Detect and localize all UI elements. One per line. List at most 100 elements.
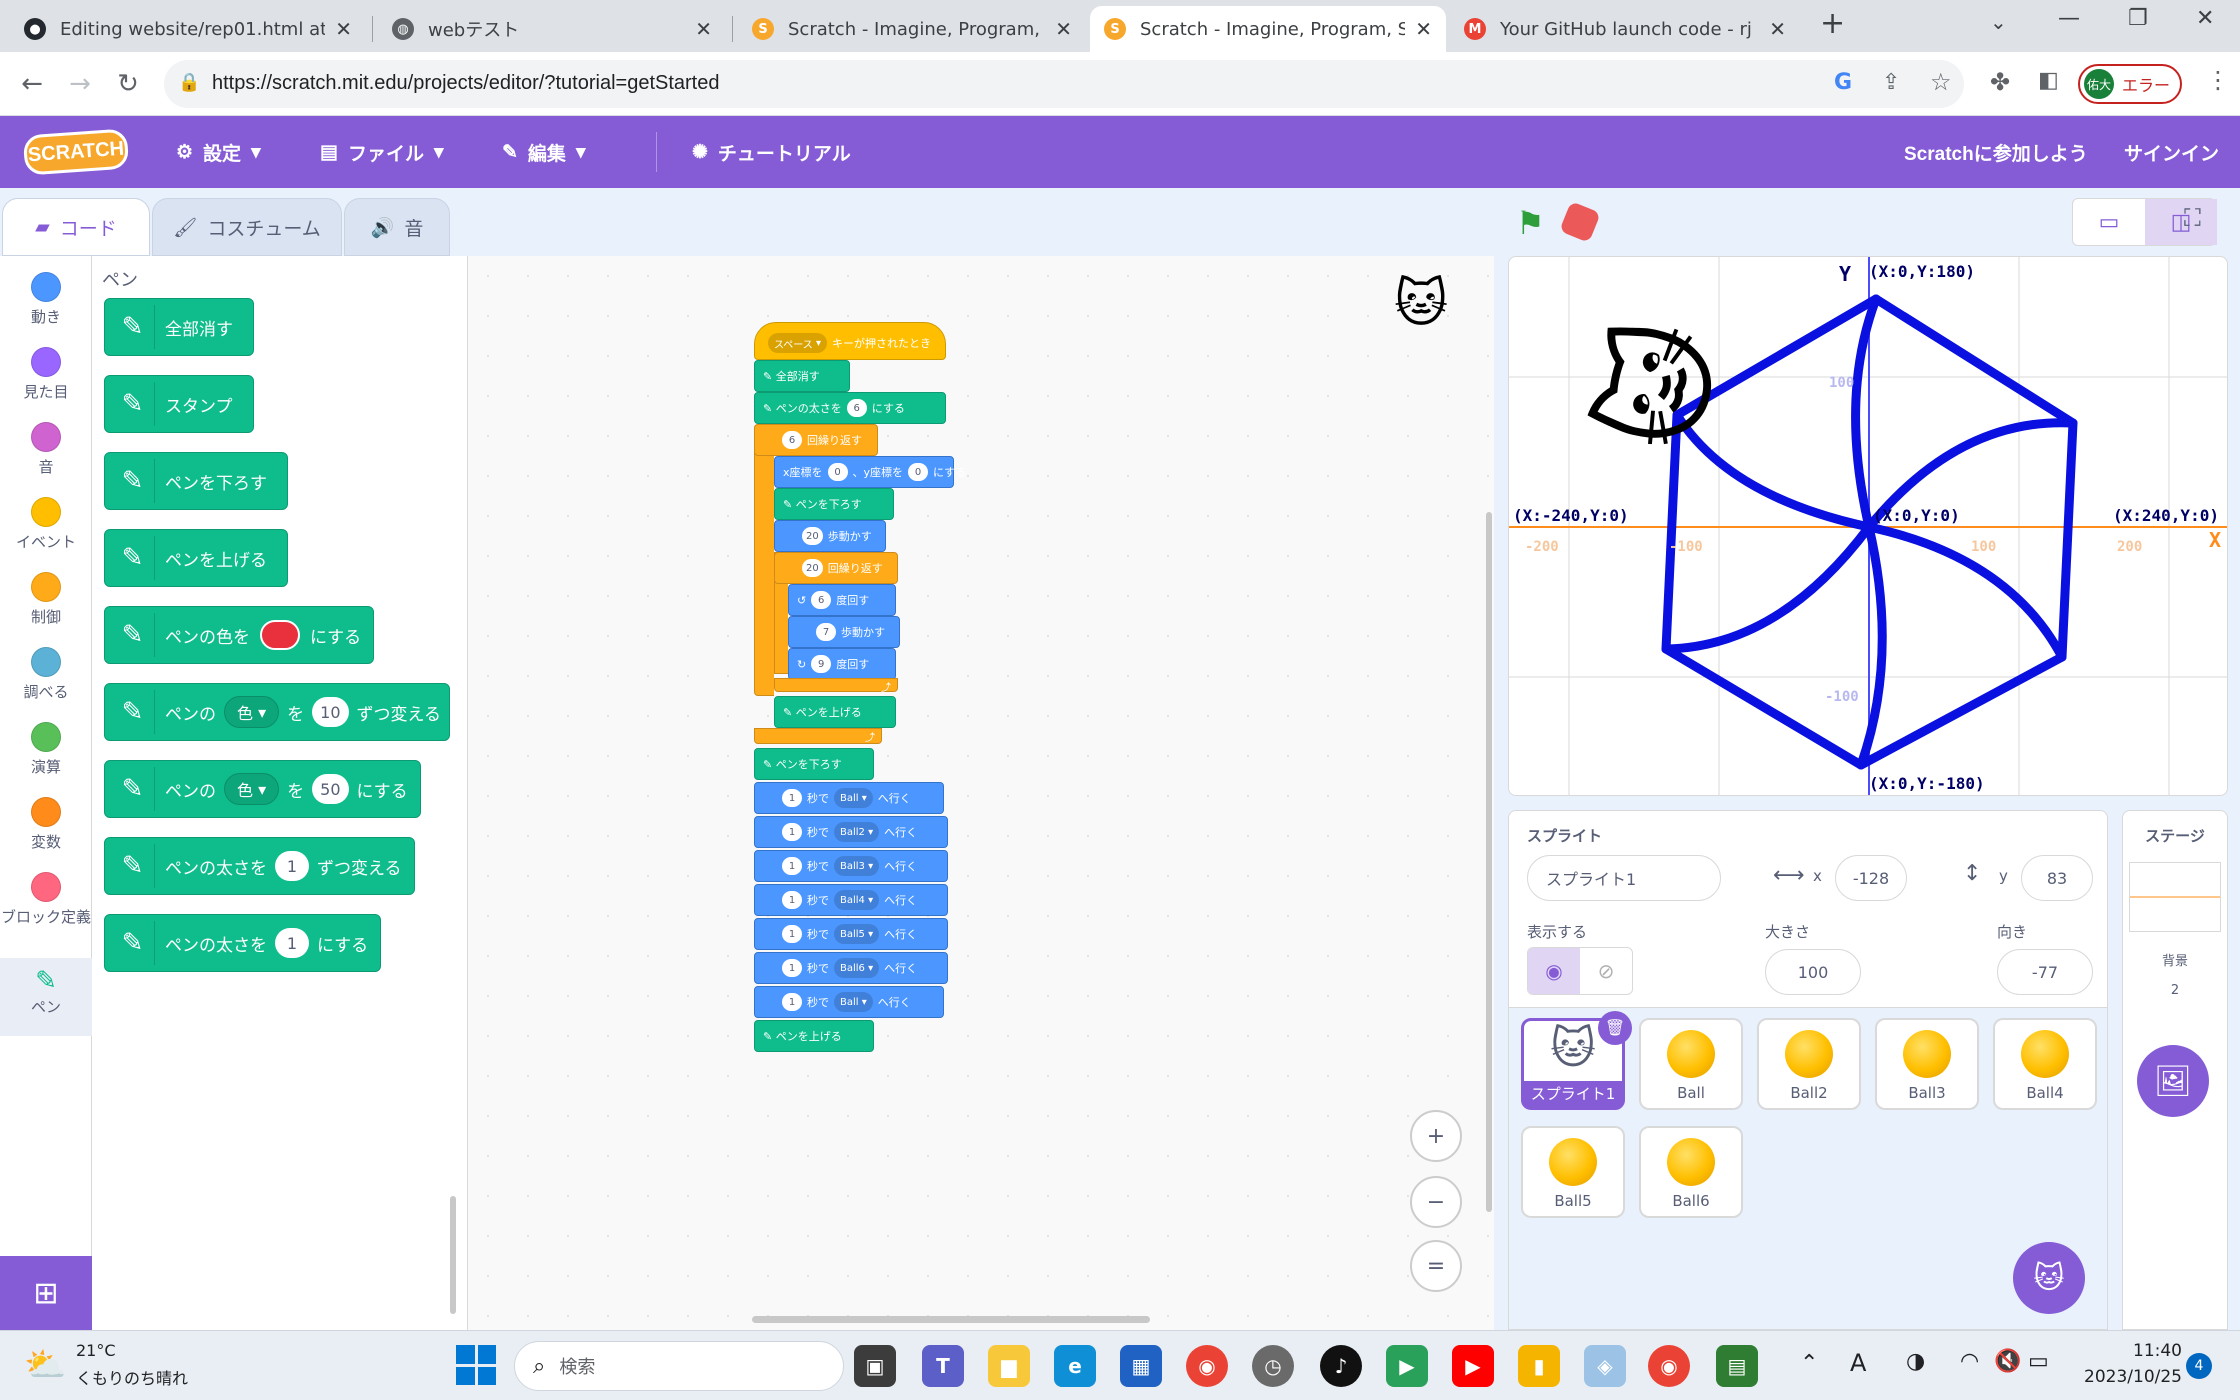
block-turn-right[interactable]: ↻ 9 度回す bbox=[788, 648, 896, 680]
sprite-x-field[interactable]: -128 bbox=[1835, 855, 1907, 901]
signin-link[interactable]: サインイン bbox=[2124, 116, 2219, 188]
number-input[interactable]: 6 bbox=[782, 431, 802, 449]
palette-scrollbar[interactable] bbox=[450, 1196, 456, 1314]
stop-icon[interactable] bbox=[1559, 201, 1601, 243]
category-sensing[interactable]: 調べる bbox=[0, 647, 92, 702]
glide-target-dropdown[interactable]: Ball ▾ bbox=[834, 992, 873, 1012]
block-pen-down[interactable]: ✎ ペンを下ろす bbox=[754, 748, 874, 780]
number-input[interactable]: 6 bbox=[811, 591, 832, 609]
file-menu[interactable]: ▤ ファイル ▾ bbox=[320, 116, 444, 188]
block-change-pen-size[interactable]: ✎ ペンの太さを 1 ずつ変える bbox=[104, 837, 415, 895]
sprite-tile-sprite1[interactable]: 🐱 スプライト1 🗑 bbox=[1521, 1011, 1632, 1110]
number-input[interactable]: 7 bbox=[816, 623, 836, 641]
chrome-icon[interactable]: ◉ bbox=[1186, 1345, 1228, 1387]
category-variables[interactable]: 変数 bbox=[0, 797, 92, 852]
block-pen-clear[interactable]: ✎ 全部消す bbox=[754, 360, 850, 392]
glide-target-dropdown[interactable]: Ball3 ▾ bbox=[834, 856, 880, 876]
block-glide-to[interactable]: 1 秒で Ball ▾ へ行く bbox=[754, 782, 944, 814]
close-tab-icon[interactable]: ✕ bbox=[1055, 17, 1072, 41]
number-input[interactable]: 1 bbox=[782, 891, 802, 909]
block-pen-up[interactable]: ✎ ペンを上げる bbox=[104, 529, 288, 587]
block-pen-clear[interactable]: ✎ 全部消す bbox=[104, 298, 254, 356]
tab-sound[interactable]: 🔊 音 bbox=[344, 198, 450, 256]
glide-target-dropdown[interactable]: Ball5 ▾ bbox=[834, 924, 880, 944]
number-input[interactable]: 1 bbox=[782, 857, 802, 875]
number-input[interactable]: 1 bbox=[782, 993, 802, 1011]
close-tab-icon[interactable]: ✕ bbox=[1415, 17, 1432, 41]
number-input[interactable]: 1 bbox=[782, 959, 802, 977]
glide-target-dropdown[interactable]: Ball2 ▾ bbox=[834, 822, 880, 842]
block-set-pen-size[interactable]: ✎ ペンの太さを 1 にする bbox=[104, 914, 382, 972]
reload-icon[interactable]: ↻ bbox=[110, 66, 146, 102]
edge-icon[interactable]: e bbox=[1054, 1345, 1096, 1387]
block-move-steps[interactable]: 7 歩動かす bbox=[788, 616, 900, 648]
category-events[interactable]: イベント bbox=[0, 497, 92, 552]
close-tab-icon[interactable]: ✕ bbox=[695, 17, 712, 41]
category-looks[interactable]: 見た目 bbox=[0, 347, 92, 402]
tray-chevron-up-icon[interactable]: ⌃ bbox=[1800, 1351, 1818, 1376]
close-tab-icon[interactable]: ✕ bbox=[335, 17, 352, 41]
zoom-reset-button[interactable]: = bbox=[1410, 1240, 1462, 1292]
large-stage-icon[interactable]: ◫ bbox=[2145, 199, 2217, 245]
notes-icon[interactable]: ▮ bbox=[1518, 1345, 1560, 1387]
add-backdrop-button[interactable]: 🖼 bbox=[2137, 1045, 2209, 1117]
tab-code[interactable]: ▰ コード bbox=[2, 198, 150, 256]
glide-target-dropdown[interactable]: Ball6 ▾ bbox=[834, 958, 880, 978]
browser-tab-gmail[interactable]: M Your GitHub launch code - rj ✕ bbox=[1450, 6, 1800, 52]
taskbar-search-box[interactable]: ⌕ 検索 bbox=[514, 1341, 844, 1391]
wifi-icon[interactable]: ◠ bbox=[1960, 1349, 1979, 1374]
browser-tab-scratch-active[interactable]: S Scratch - Imagine, Program, Sha ✕ bbox=[1090, 6, 1446, 52]
block-glide-to[interactable]: 1 秒で Ball6 ▾ へ行く bbox=[754, 952, 948, 984]
block-pen-down[interactable]: ✎ ペンを下ろす bbox=[774, 488, 894, 520]
bookmark-star-icon[interactable]: ☆ bbox=[1930, 68, 1952, 96]
forward-icon[interactable]: → bbox=[62, 66, 98, 102]
block-set-pen-param[interactable]: ✎ ペンの色 ▾ を 50 にする bbox=[104, 760, 421, 818]
block-glide-to[interactable]: 1 秒で Ball ▾ へ行く bbox=[754, 986, 944, 1018]
tiktok-icon[interactable]: ♪ bbox=[1320, 1345, 1362, 1387]
block-glide-to[interactable]: 1 秒で Ball2 ▾ へ行く bbox=[754, 816, 948, 848]
side-panel-icon[interactable]: ◧ bbox=[2038, 68, 2059, 93]
weather-temp[interactable]: 21°C bbox=[76, 1341, 116, 1360]
new-tab-button[interactable]: + bbox=[1820, 6, 1845, 41]
number-input[interactable]: 6 bbox=[846, 399, 867, 417]
join-scratch-link[interactable]: Scratchに参加しよう bbox=[1904, 116, 2088, 188]
tab-search-icon[interactable]: ⌄ bbox=[1990, 10, 2007, 34]
block-set-pen-size[interactable]: ✎ ペンの太さを 6 にする bbox=[754, 392, 946, 424]
scratch-logo[interactable]: SCRATCH bbox=[22, 128, 130, 176]
weather-text[interactable]: くもりのち晴れ bbox=[76, 1365, 188, 1389]
game-icon[interactable]: ▶ bbox=[1386, 1345, 1428, 1387]
windows-start-icon[interactable] bbox=[456, 1345, 496, 1385]
tutorial-menu[interactable]: ✺ チュートリアル bbox=[692, 116, 851, 188]
eye-hidden-icon[interactable]: ⊘ bbox=[1580, 948, 1632, 994]
small-stage-icon[interactable]: ▭ bbox=[2073, 199, 2145, 245]
browser-tab-github[interactable]: ● Editing website/rep01.html at m ✕ bbox=[10, 6, 366, 52]
sprite-name-field[interactable]: スプライト1 bbox=[1527, 855, 1721, 901]
eye-icon[interactable]: ◉ bbox=[1528, 948, 1580, 994]
battery-icon[interactable]: ▭ bbox=[2028, 1349, 2049, 1374]
sprite-tile-ball[interactable]: Ball bbox=[1639, 1018, 1743, 1110]
glide-target-dropdown[interactable]: Ball4 ▾ bbox=[834, 890, 880, 910]
number-input[interactable]: 20 bbox=[802, 527, 823, 545]
browser-tab-webtest[interactable]: ◍ webテスト ✕ bbox=[378, 6, 726, 52]
sprite-size-field[interactable]: 100 bbox=[1765, 949, 1861, 995]
back-icon[interactable]: ← bbox=[14, 66, 50, 102]
lock-icon[interactable]: 🔒 bbox=[178, 72, 200, 93]
green-flag-icon[interactable]: ⚑ bbox=[1516, 204, 1545, 242]
settings-menu[interactable]: ⚙ 設定 ▾ bbox=[176, 116, 261, 188]
add-sprite-button[interactable]: 🐱 bbox=[2013, 1242, 2085, 1314]
stage[interactable]: (X:0,Y:180) (X:0,Y:-180) (X:-240,Y:0) (X… bbox=[1508, 256, 2228, 796]
minimize-icon[interactable]: — bbox=[2058, 6, 2080, 31]
sprite-direction-field[interactable]: -77 bbox=[1997, 949, 2093, 995]
classroom-icon[interactable]: ▤ bbox=[1716, 1345, 1758, 1387]
sprite-tile-ball2[interactable]: Ball2 bbox=[1757, 1018, 1861, 1110]
number-input[interactable]: 9 bbox=[811, 655, 832, 673]
app-icon[interactable]: ◈ bbox=[1584, 1345, 1626, 1387]
number-input[interactable]: 10 bbox=[312, 697, 349, 727]
extensions-icon[interactable]: ✤ bbox=[1990, 68, 2010, 96]
file-explorer-icon[interactable]: ▆ bbox=[988, 1345, 1030, 1387]
block-pen-up[interactable]: ✎ ペンを上げる bbox=[754, 1020, 874, 1052]
block-repeat-6[interactable]: 6 回繰り返す bbox=[754, 424, 878, 456]
backdrop-thumbnail[interactable] bbox=[2129, 862, 2221, 932]
sprite-tile-ball3[interactable]: Ball3 bbox=[1875, 1018, 1979, 1110]
category-my-blocks[interactable]: ブロック定義 bbox=[0, 872, 92, 928]
